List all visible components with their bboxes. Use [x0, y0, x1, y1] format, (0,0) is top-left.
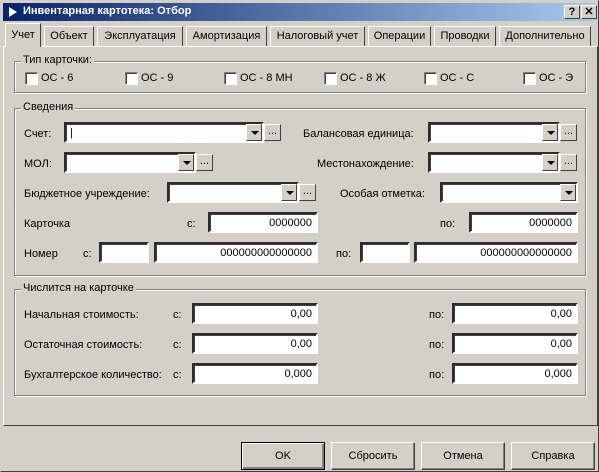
- number-to-input[interactable]: 000000000000000: [414, 242, 578, 263]
- residual-cost-label: Остаточная стоимость:: [24, 339, 143, 351]
- location-label: Местонахождение:: [317, 158, 414, 170]
- checkbox-os8zh[interactable]: [324, 72, 337, 85]
- checkbox-os6[interactable]: [25, 72, 38, 85]
- card-from-label: с:: [187, 218, 196, 230]
- help-button[interactable]: Справка: [511, 442, 595, 470]
- checkbox-ose-label: ОС - Э: [539, 72, 574, 84]
- location-browse-button[interactable]: ...: [560, 154, 577, 171]
- budget-label: Бюджетное учреждение:: [24, 188, 150, 200]
- card-to-input[interactable]: 0000000: [469, 212, 578, 233]
- info-legend: Сведения: [21, 101, 76, 113]
- residual-cost-from-label: с:: [173, 339, 182, 351]
- close-button[interactable]: ✕: [581, 5, 597, 19]
- window-title: Инвентарная картотека: Отбор: [23, 5, 192, 17]
- quantity-to-label: по:: [429, 369, 445, 381]
- residual-cost-to-input[interactable]: 0,00: [452, 333, 578, 354]
- help-title-button[interactable]: ?: [564, 5, 580, 19]
- checkbox-os9-label: ОС - 9: [141, 72, 174, 84]
- app-icon: [6, 5, 20, 19]
- checkbox-os9[interactable]: [125, 72, 138, 85]
- residual-cost-to-label: по:: [429, 339, 445, 351]
- account-label: Счет:: [24, 128, 52, 140]
- quantity-to-input[interactable]: 0,000: [452, 363, 578, 384]
- close-icon: ✕: [584, 6, 594, 18]
- residual-cost-from-input[interactable]: 0,00: [192, 333, 318, 354]
- tab-postings[interactable]: Проводки: [434, 26, 496, 46]
- checkbox-osc[interactable]: [424, 72, 437, 85]
- initial-cost-to-label: по:: [429, 309, 445, 321]
- special-mark-select[interactable]: [440, 182, 578, 203]
- number-label: Номер: [24, 248, 58, 260]
- balance-unit-browse-button[interactable]: ...: [560, 124, 577, 141]
- budget-browse-button[interactable]: ...: [299, 184, 316, 201]
- cancel-button[interactable]: Отмена: [421, 442, 505, 470]
- mol-label: МОЛ:: [24, 158, 52, 170]
- card-from-input[interactable]: 0000000: [208, 212, 318, 233]
- ok-button[interactable]: OK: [241, 442, 325, 470]
- balance-unit-label: Балансовая единица:: [303, 128, 414, 140]
- account-browse-button[interactable]: ...: [264, 124, 281, 141]
- listed-legend: Числится на карточке: [21, 282, 136, 294]
- mol-dropdown-button[interactable]: [178, 154, 194, 171]
- card-type-group: Тип карточки:: [14, 54, 586, 93]
- checkbox-ose[interactable]: [523, 72, 536, 85]
- tab-object[interactable]: Объект: [44, 26, 94, 46]
- card-type-legend: Тип карточки:: [21, 54, 94, 66]
- initial-cost-to-input[interactable]: 0,00: [452, 303, 578, 324]
- balance-unit-dropdown-button[interactable]: [542, 124, 558, 141]
- checkbox-osc-label: ОС - С: [440, 72, 475, 84]
- title-bar[interactable]: Инвентарная картотека: Отбор ? ✕: [3, 3, 597, 21]
- account-dropdown-button[interactable]: [246, 124, 262, 141]
- number-to-prefix-input[interactable]: [360, 242, 410, 263]
- special-mark-dropdown-button[interactable]: [560, 184, 576, 201]
- number-from-label: с:: [83, 248, 92, 260]
- filter-dialog: Инвентарная картотека: Отбор ? ✕ Учет Об…: [0, 0, 599, 472]
- initial-cost-label: Начальная стоимость:: [24, 309, 139, 321]
- checkbox-os8mn-label: ОС - 8 МН: [240, 72, 293, 84]
- initial-cost-from-input[interactable]: 0,00: [192, 303, 318, 324]
- tab-depreciation[interactable]: Амортизация: [186, 26, 267, 46]
- account-input[interactable]: |: [64, 122, 264, 143]
- card-label: Карточка: [24, 218, 71, 230]
- tab-tax-accounting[interactable]: Налоговый учет: [270, 26, 365, 46]
- mol-browse-button[interactable]: ...: [196, 154, 213, 171]
- location-input[interactable]: [428, 152, 560, 173]
- budget-dropdown-button[interactable]: [281, 184, 297, 201]
- checkbox-os8zh-label: ОС - 8 Ж: [340, 72, 386, 84]
- initial-cost-from-label: с:: [173, 309, 182, 321]
- checkbox-os8mn[interactable]: [224, 72, 237, 85]
- tab-accounting[interactable]: Учет: [5, 23, 41, 47]
- reset-button[interactable]: Сбросить: [331, 442, 415, 470]
- tab-operation[interactable]: Эксплуатация: [97, 26, 183, 46]
- number-from-prefix-input[interactable]: [99, 242, 149, 263]
- balance-unit-input[interactable]: [428, 122, 560, 143]
- number-to-label: по:: [336, 248, 352, 260]
- tab-additional[interactable]: Дополнительно: [499, 26, 591, 46]
- tab-operations[interactable]: Операции: [368, 26, 431, 46]
- card-to-label: по:: [440, 218, 456, 230]
- quantity-from-label: с:: [173, 369, 182, 381]
- special-mark-label: Особая отметка:: [340, 188, 425, 200]
- quantity-label: Бухгалтерское количество:: [24, 369, 162, 381]
- quantity-from-input[interactable]: 0,000: [192, 363, 318, 384]
- checkbox-os6-label: ОС - 6: [41, 72, 74, 84]
- budget-input[interactable]: [167, 182, 299, 203]
- mol-input[interactable]: [64, 152, 196, 173]
- location-dropdown-button[interactable]: [542, 154, 558, 171]
- number-from-input[interactable]: 000000000000000: [154, 242, 318, 263]
